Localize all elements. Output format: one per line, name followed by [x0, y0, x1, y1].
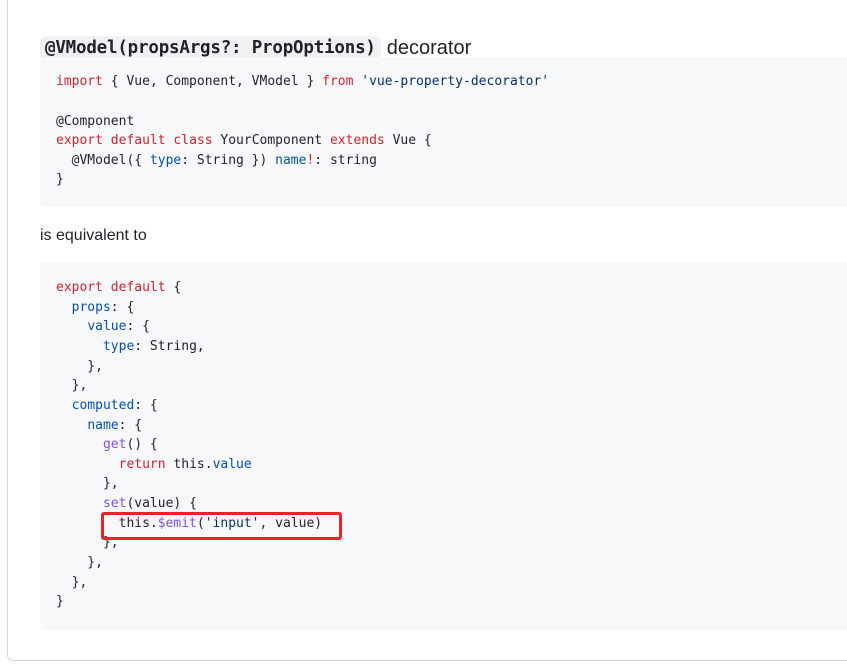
- code-line: },: [56, 476, 119, 491]
- code-line: },: [56, 555, 103, 570]
- code-line: props: {: [71, 300, 135, 315]
- code-line: export default class YourComponent exten…: [56, 133, 432, 148]
- code-line: name: {: [87, 418, 143, 433]
- code-line: return this.value: [118, 457, 252, 472]
- code-line: },: [56, 575, 88, 590]
- code-line: computed: {: [71, 398, 158, 413]
- equivalence-text: is equivalent to: [40, 227, 147, 244]
- code-line: get() {: [102, 437, 158, 452]
- code-line: },: [56, 378, 88, 393]
- code-line: value: {: [87, 319, 150, 334]
- code-line: }: [56, 172, 64, 187]
- code-line: @VModel({ type: String }) name!: string: [56, 153, 377, 168]
- code-line: import { Vue, Component, VModel } from '…: [56, 74, 550, 89]
- code-line: }: [56, 594, 64, 609]
- code-line: @Component: [56, 114, 135, 129]
- code-line: export default {: [56, 280, 182, 295]
- code-line: set(value) {: [102, 496, 197, 511]
- code-line: type: String,: [102, 339, 205, 354]
- code-block-equivalent: export default { props: { value: { type:…: [40, 262, 847, 630]
- code-block-decorator-usage: import { Vue, Component, VModel } from '…: [40, 57, 847, 207]
- code-line: },: [56, 359, 103, 374]
- highlight-annotation-box: [101, 512, 342, 540]
